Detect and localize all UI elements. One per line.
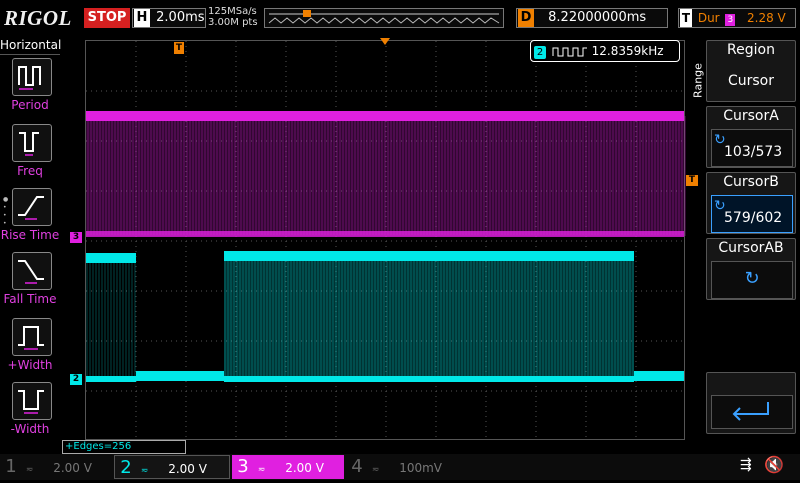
ch2-scale: 2.00 V: [168, 462, 207, 476]
freq-label: Freq: [17, 164, 43, 178]
sample-rate: 125MSa/s: [208, 6, 257, 17]
ch2-ground-marker[interactable]: 2: [70, 374, 82, 385]
ch2-low-level: [224, 376, 634, 382]
rise-time-label: Rise Time: [0, 228, 60, 242]
ch3-high-level: [86, 111, 684, 121]
ch3-low-level: [86, 231, 684, 237]
trigger-key: T: [680, 9, 692, 27]
delay-value: 8.22000000ms: [548, 10, 647, 25]
range-text: Range: [691, 63, 705, 98]
dc-coupling-icon: ≂: [257, 465, 266, 475]
square-wave-icon: [552, 47, 587, 56]
neg-width-icon: [12, 382, 52, 420]
ch1-number: 1: [5, 456, 17, 477]
ch3-waveform: [86, 111, 686, 237]
cursor-a-menu[interactable]: CursorA ↻ 103/573: [706, 106, 796, 168]
trigger-position-marker[interactable]: T: [174, 42, 184, 54]
cursor-b-field[interactable]: ↻ 579/602: [711, 195, 793, 233]
ch1-scale: 2.00 V: [53, 461, 92, 475]
ch4-number: 4: [351, 456, 363, 477]
measure-pos-width-button[interactable]: +Width: [0, 318, 60, 382]
ch3-scale: 2.00 V: [285, 461, 324, 475]
ch2-low-level: [634, 371, 684, 381]
fall-time-label: Fall Time: [3, 292, 57, 306]
cursor-ab-menu[interactable]: CursorAB ↻: [706, 238, 796, 300]
thumbnail-wave: [268, 17, 500, 24]
ch2-waveform: [86, 251, 684, 382]
trigger-position-marker: [303, 10, 311, 17]
frequency-counter: 2 12.8359kHz: [530, 40, 680, 62]
period-icon: [12, 58, 52, 96]
rotate-knob-icon: ↻: [744, 268, 760, 289]
region-menu[interactable]: Region Cursor: [706, 40, 796, 102]
range-label: Range: [688, 40, 706, 120]
dc-coupling-icon: ≂: [140, 466, 149, 476]
measure-fall-time-button[interactable]: Fall Time: [0, 252, 60, 316]
speaker-mute-icon[interactable]: 🔇: [764, 455, 784, 474]
waveform-display[interactable]: [85, 40, 686, 441]
trigger-mode: Dur: [697, 11, 720, 25]
return-button[interactable]: [711, 395, 793, 429]
return-menu[interactable]: [706, 372, 796, 434]
memory-depth: 3.00M pts: [208, 17, 258, 28]
cursor-b-title: CursorB: [723, 174, 779, 190]
channel-3-button[interactable]: 3 ≂ 2.00 V: [232, 455, 344, 479]
memory-position-bar[interactable]: [264, 8, 504, 28]
channel-2-button[interactable]: 2 ≂ 2.00 V: [114, 455, 230, 479]
ch3-ground-marker[interactable]: 3: [70, 232, 82, 243]
measure-freq-button[interactable]: Freq: [0, 124, 60, 188]
region-title: Region: [727, 42, 775, 58]
ch3-burst-fill: [86, 116, 686, 236]
measure-neg-width-button[interactable]: -Width: [0, 382, 60, 446]
ch2-high-level: [224, 251, 634, 261]
delay-key: D: [518, 9, 534, 27]
trigger-display[interactable]: T Dur 3 2.28 V: [678, 8, 796, 28]
run-stop-indicator[interactable]: STOP: [84, 8, 130, 28]
usb-icon: ⇶: [740, 457, 752, 473]
fall-time-icon: [12, 252, 52, 290]
waveform-canvas: [86, 41, 686, 441]
timebase-value: 2.00ms: [156, 10, 205, 25]
acquisition-info: 125MSa/s 3.00M pts: [208, 6, 258, 28]
dc-coupling-icon: ≂: [25, 465, 34, 475]
ch3-number: 3: [237, 456, 249, 477]
cursor-b-menu[interactable]: CursorB ↻ 579/602: [706, 172, 796, 234]
neg-width-label: -Width: [10, 422, 50, 436]
cursor-a-value: 103/573: [724, 144, 783, 160]
channel-1-button[interactable]: 1 ≂ 2.00 V: [0, 455, 112, 479]
cursor-ab-title: CursorAB: [718, 240, 784, 256]
measure-rise-time-button[interactable]: Rise Time: [0, 188, 60, 252]
cursor-ab-field[interactable]: ↻: [711, 261, 793, 299]
pos-width-icon: [12, 318, 52, 356]
region-value: Cursor: [727, 73, 775, 89]
delay-display[interactable]: D 8.22000000ms: [516, 8, 668, 28]
rise-time-icon: [12, 188, 52, 226]
trigger-level: 2.28 V: [747, 11, 786, 25]
return-arrow-icon: [732, 402, 769, 421]
brand-logo: RIGOL: [4, 6, 72, 30]
counter-value: 12.8359kHz: [591, 44, 664, 58]
cursor-b-value: 579/602: [724, 210, 783, 226]
channel-4-button[interactable]: 4 ≂ 100mV: [346, 455, 458, 479]
pos-width-label: +Width: [7, 358, 53, 372]
freq-icon: [12, 124, 52, 162]
timebase-display[interactable]: H 2.00ms: [132, 8, 206, 28]
memory-waveform-thumbnail: [268, 10, 500, 24]
menu-divider: [0, 54, 60, 55]
trigger-source: 3: [725, 14, 736, 26]
ch2-number: 2: [120, 457, 132, 478]
cursor-a-title: CursorA: [723, 108, 779, 124]
cursor-a-field[interactable]: ↻ 103/573: [711, 129, 793, 167]
period-label: Period: [11, 98, 49, 112]
ch4-scale: 100mV: [399, 461, 443, 475]
edge-count-readout: +Edges=256: [62, 440, 186, 454]
ch2-low-level: [136, 371, 224, 381]
counter-channel: 2: [534, 46, 546, 59]
trigger-level-marker[interactable]: T: [686, 175, 698, 186]
dc-coupling-icon: ≂: [371, 465, 380, 475]
timebase-key: H: [134, 9, 150, 27]
measure-period-button[interactable]: Period: [0, 58, 60, 122]
center-marker-icon: [380, 38, 390, 45]
horizontal-menu-title: Horizontal: [0, 38, 62, 52]
